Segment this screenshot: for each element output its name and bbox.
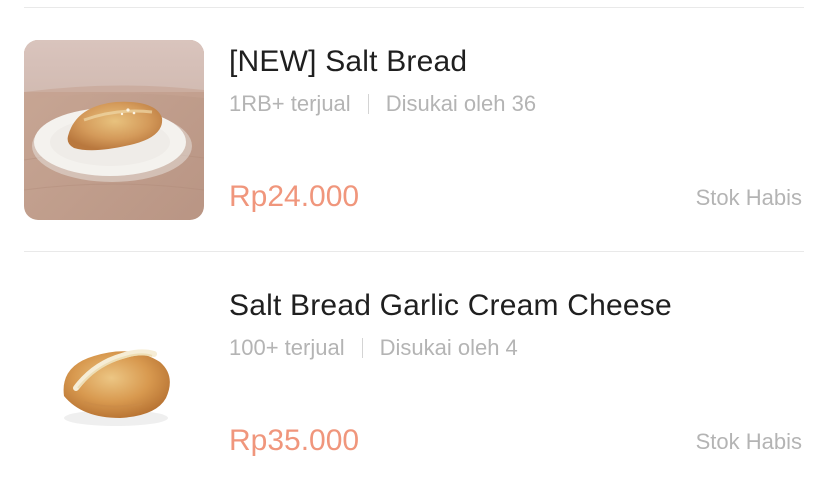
product-name[interactable]: [NEW] Salt Bread <box>229 45 467 79</box>
product-meta: 1RB+ terjual Disukai oleh 36 <box>229 91 536 117</box>
salt-bread-on-plate-photo-icon <box>24 40 204 220</box>
salt-bread-garlic-cream-cheese-photo-icon <box>24 284 204 464</box>
stock-status: Stok Habis <box>695 185 802 210</box>
meta-separator <box>361 338 363 358</box>
product-image[interactable] <box>24 40 204 220</box>
product-name[interactable]: Salt Bread Garlic Cream Cheese <box>229 289 672 323</box>
product-meta: 100+ terjual Disukai oleh 4 <box>229 335 518 361</box>
product-list: [NEW] Salt Bread 1RB+ terjual Disukai ol… <box>0 0 828 492</box>
product-price: Rp35.000 <box>229 424 360 457</box>
like-count: Disukai oleh 4 <box>379 335 518 360</box>
sold-count: 100+ terjual <box>229 335 345 360</box>
like-count: Disukai oleh 36 <box>385 91 537 116</box>
product-item-salt-bread[interactable]: [NEW] Salt Bread 1RB+ terjual Disukai ol… <box>0 8 828 240</box>
product-price: Rp24.000 <box>229 180 360 213</box>
meta-separator <box>367 94 369 114</box>
stock-status: Stok Habis <box>695 429 802 454</box>
product-image[interactable] <box>24 284 204 464</box>
sold-count: 1RB+ terjual <box>229 91 351 116</box>
product-item-salt-bread-garlic-cream-cheese[interactable]: Salt Bread Garlic Cream Cheese 100+ terj… <box>0 252 828 484</box>
